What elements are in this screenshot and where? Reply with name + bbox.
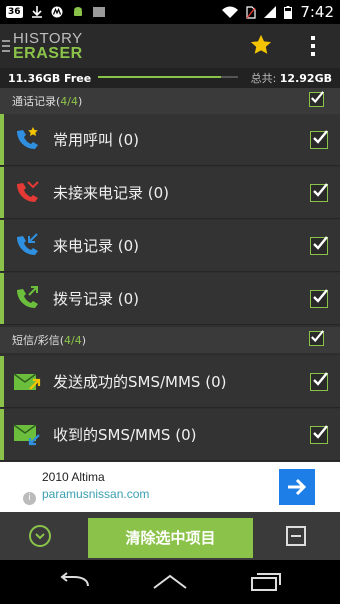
sent-sms-icon <box>13 373 41 390</box>
section-call-log-close: ) <box>78 94 83 108</box>
storage-total-prefix: 总共: <box>250 72 280 85</box>
favorite-calls-checkbox[interactable] <box>310 130 328 149</box>
chevron-down-icon[interactable] <box>29 525 51 547</box>
system-navigation-bar <box>0 560 340 604</box>
motorola-icon <box>51 6 63 18</box>
row-accent-bar <box>0 167 4 218</box>
barcode-icon <box>92 7 105 17</box>
favorite-call-icon <box>17 127 38 149</box>
storage-free: 11.36GB Free <box>8 71 92 85</box>
bottom-action-bar: 清除选中项目 <box>0 512 340 560</box>
section-sms-count: 4/4 <box>64 333 82 347</box>
ad-go-button[interactable] <box>279 469 315 505</box>
section-sms-title: 短信/彩信( <box>12 334 64 347</box>
row-accent-bar <box>0 273 4 324</box>
section-sms-checkbox[interactable] <box>309 330 324 346</box>
received-sms-checkbox[interactable] <box>310 425 328 444</box>
download-icon <box>31 6 42 18</box>
arrow-right-icon <box>288 478 307 496</box>
storage-progress-fill <box>98 76 222 78</box>
logo-line-1: HISTORY <box>13 30 83 47</box>
incoming-calls-label: 来电记录 (0) <box>53 237 140 255</box>
storage-progress <box>98 76 238 78</box>
storage-bar: 11.36GB Free 总共: 12.92GB <box>0 68 340 88</box>
clock: 7:42 <box>300 3 334 21</box>
star-icon[interactable] <box>250 34 272 56</box>
ad-info-icon[interactable]: i <box>23 492 36 505</box>
outgoing-call-icon <box>17 286 38 308</box>
section-call-log-title: 通话记录( <box>12 95 61 108</box>
list-item-incoming-calls[interactable]: 来电记录 (0) <box>0 220 340 272</box>
received-sms-icon <box>13 424 40 446</box>
list-item-missed-calls[interactable]: 未接来电记录 (0) <box>0 167 340 219</box>
received-sms-label: 收到的SMS/MMS (0) <box>53 426 197 444</box>
android-icon <box>73 7 82 16</box>
section-sms-close: ) <box>81 333 86 347</box>
row-accent-bar <box>0 356 4 407</box>
back-icon[interactable] <box>58 572 92 592</box>
ad-url[interactable]: paramusnissan.com <box>42 487 149 501</box>
section-call-log[interactable]: 通话记录(4/4) <box>0 88 340 114</box>
notification-count-badge: 36 <box>6 6 23 18</box>
clear-selected-button[interactable]: 清除选中项目 <box>88 518 253 558</box>
battery-icon <box>284 5 293 19</box>
missed-calls-checkbox[interactable] <box>310 183 328 202</box>
sent-sms-label: 发送成功的SMS/MMS (0) <box>53 373 227 391</box>
deselect-all-icon[interactable] <box>286 526 306 546</box>
row-accent-bar <box>0 409 4 460</box>
app-logo: HISTORY ERASER <box>13 30 83 62</box>
incoming-call-icon <box>17 233 38 255</box>
list-item-sent-sms[interactable]: 发送成功的SMS/MMS (0) <box>0 356 340 408</box>
overflow-menu-icon[interactable] <box>310 36 316 56</box>
incoming-calls-checkbox[interactable] <box>310 236 328 255</box>
favorite-calls-label: 常用呼叫 (0) <box>53 131 140 149</box>
outgoing-calls-checkbox[interactable] <box>310 289 328 308</box>
app-header: HISTORY ERASER <box>0 24 340 68</box>
home-icon[interactable] <box>152 572 188 592</box>
drawer-menu-icon[interactable] <box>2 40 10 52</box>
missed-call-icon <box>17 181 39 202</box>
outgoing-calls-label: 拨号记录 (0) <box>53 290 140 308</box>
storage-total: 总共: 12.92GB <box>251 70 332 86</box>
app-screen: 36 7:42 HISTORY ERASER 11.36GB Free 总共: … <box>0 0 340 604</box>
status-bar: 36 7:42 <box>0 0 340 24</box>
missed-calls-label: 未接来电记录 (0) <box>53 184 170 202</box>
signal-icon <box>264 6 277 18</box>
no-sim-icon <box>246 5 256 19</box>
row-accent-bar <box>0 114 4 165</box>
section-sms-mms[interactable]: 短信/彩信(4/4) <box>0 327 340 353</box>
list-item-outgoing-calls[interactable]: 拨号记录 (0) <box>0 273 340 325</box>
list-item-favorite-calls[interactable]: 常用呼叫 (0) <box>0 114 340 166</box>
ad-banner[interactable]: 2010 Altima paramusnissan.com i <box>0 462 340 512</box>
row-accent-bar <box>0 220 4 271</box>
section-call-log-checkbox[interactable] <box>309 91 324 107</box>
storage-total-value: 12.92GB <box>279 72 332 85</box>
section-call-log-count: 4/4 <box>60 94 78 108</box>
logo-line-2: ERASER <box>13 45 83 62</box>
sent-sms-checkbox[interactable] <box>310 372 328 391</box>
wifi-icon <box>222 6 239 18</box>
recent-apps-icon[interactable] <box>250 572 282 592</box>
list-item-received-sms[interactable]: 收到的SMS/MMS (0) <box>0 409 340 461</box>
ad-title: 2010 Altima <box>42 470 105 484</box>
